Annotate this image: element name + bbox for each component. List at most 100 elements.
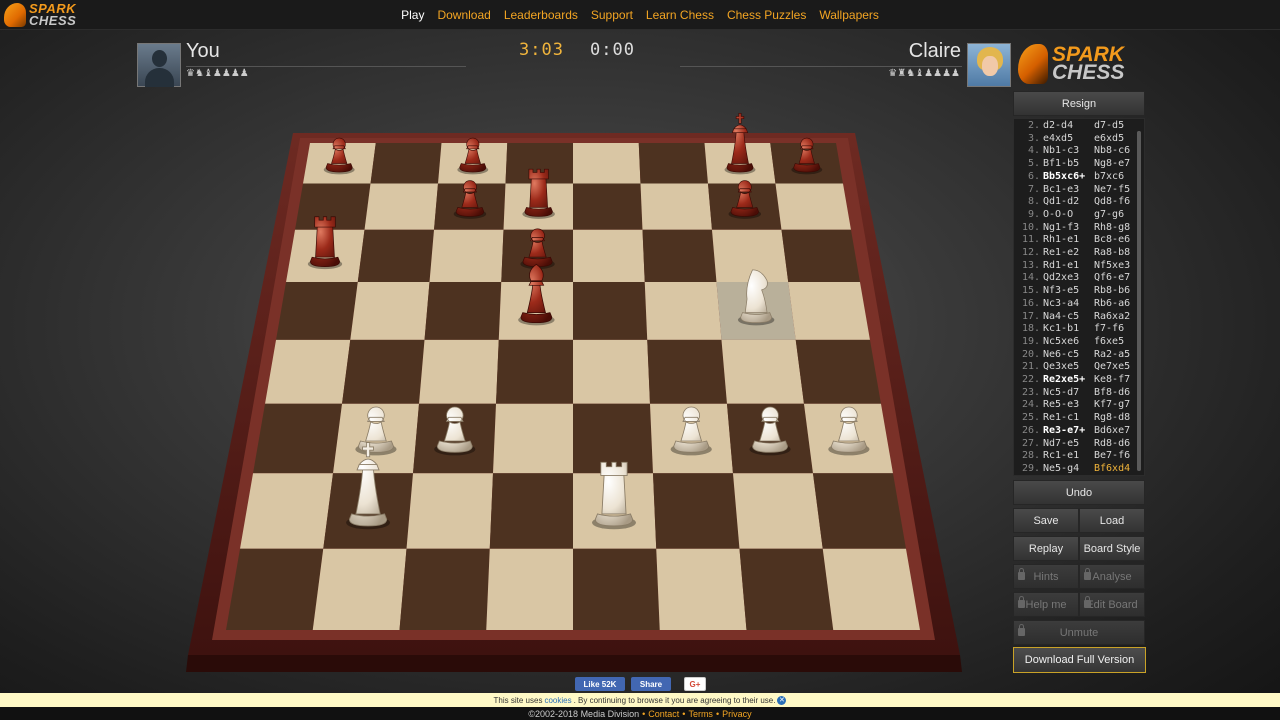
white-move[interactable]: Re3-e7+ <box>1043 425 1085 436</box>
white-pawn-icon[interactable] <box>355 406 397 456</box>
black-king-icon[interactable] <box>724 113 756 175</box>
board-square[interactable] <box>303 143 376 184</box>
black-move[interactable]: Ra6xa2 <box>1094 311 1130 322</box>
board-square[interactable] <box>812 473 906 549</box>
board-square[interactable] <box>652 473 740 549</box>
white-move[interactable]: Ne6-c5 <box>1043 349 1079 360</box>
white-move[interactable]: Nc5-d7 <box>1043 387 1079 398</box>
move-row[interactable]: 23. Nc5-d7 Bf8-d6 <box>1014 387 1134 400</box>
black-bishop-icon[interactable] <box>518 263 555 326</box>
board-square[interactable] <box>419 339 499 404</box>
nav-wallpapers[interactable]: Wallpapers <box>819 8 879 22</box>
black-pawn-icon[interactable] <box>520 228 555 270</box>
black-rook-icon[interactable] <box>307 216 343 270</box>
board-square[interactable] <box>644 281 722 340</box>
move-row[interactable]: 4. Nb1-c3 Nb8-c6 <box>1014 145 1134 158</box>
board-square[interactable] <box>638 143 708 184</box>
white-move[interactable]: Na4-c5 <box>1043 311 1079 322</box>
white-move[interactable]: Nb1-c3 <box>1043 145 1079 156</box>
white-move[interactable]: d2-d4 <box>1043 120 1073 131</box>
white-move[interactable]: Re1-c1 <box>1043 412 1079 423</box>
move-row[interactable]: 5. Bf1-b5 Ng8-e7 <box>1014 158 1134 171</box>
white-rook-icon[interactable] <box>592 461 636 530</box>
black-move[interactable]: Qf6-e7 <box>1094 272 1130 283</box>
white-move[interactable]: Qd2xe3 <box>1043 272 1079 283</box>
board-square[interactable] <box>649 403 733 474</box>
black-move[interactable]: Bf6xd4 <box>1094 463 1130 474</box>
black-move[interactable]: Kf7-g7 <box>1094 399 1130 410</box>
board-square[interactable] <box>721 339 804 404</box>
move-row[interactable]: 28. Rc1-e1 Be7-f6 <box>1014 450 1134 463</box>
board-square[interactable] <box>286 229 365 282</box>
board-square[interactable] <box>726 403 813 474</box>
board-square[interactable] <box>711 229 789 282</box>
black-move[interactable]: Ng8-e7 <box>1094 158 1130 169</box>
board-square[interactable] <box>424 281 502 340</box>
board-square[interactable] <box>434 183 506 230</box>
black-move[interactable]: Qe7xe5 <box>1094 361 1130 372</box>
black-pawn-icon[interactable] <box>791 137 823 175</box>
white-pawn-icon[interactable] <box>670 406 712 456</box>
board-square[interactable] <box>493 403 573 474</box>
white-move[interactable]: Bb5xc6+ <box>1043 171 1085 182</box>
white-move[interactable]: O-O-O <box>1043 209 1073 220</box>
analyse-button[interactable]: Analyse <box>1079 564 1145 589</box>
board-square[interactable] <box>312 548 407 630</box>
board-square[interactable] <box>486 548 573 630</box>
close-icon[interactable]: ✕ <box>777 695 787 705</box>
black-move[interactable]: Nb8-c6 <box>1094 145 1130 156</box>
move-row[interactable]: 6. Bb5xc6+ b7xc6 <box>1014 171 1134 184</box>
white-move[interactable]: Bf1-b5 <box>1043 158 1079 169</box>
move-row[interactable]: 29. Ne5-g4 Bf6xd4 <box>1014 463 1134 475</box>
white-pawn-icon[interactable] <box>434 406 476 456</box>
move-row[interactable]: 11. Rh1-e1 Bc8-e6 <box>1014 234 1134 247</box>
move-row[interactable]: 12. Re1-e2 Ra8-b8 <box>1014 247 1134 260</box>
board-square[interactable] <box>573 281 648 340</box>
board-square[interactable] <box>788 281 870 340</box>
white-pawn-icon[interactable] <box>828 406 870 456</box>
board-square[interactable] <box>496 339 573 404</box>
board-square[interactable] <box>770 143 843 184</box>
nav-leaderboards[interactable]: Leaderboards <box>504 8 578 22</box>
move-row[interactable]: 22. Re2xe5+ Ke8-f7 <box>1014 374 1134 387</box>
board-square[interactable] <box>253 403 343 474</box>
board-square[interactable] <box>704 143 776 184</box>
board-square[interactable] <box>429 229 504 282</box>
black-move[interactable]: f7-f6 <box>1094 323 1124 334</box>
board-square[interactable] <box>399 548 490 630</box>
board-square[interactable] <box>364 183 439 230</box>
white-move[interactable]: Bc1-e3 <box>1043 184 1079 195</box>
board-square[interactable] <box>803 403 893 474</box>
white-move[interactable]: Re1-e2 <box>1043 247 1079 258</box>
white-move[interactable]: Ne5-g4 <box>1043 463 1079 474</box>
board-square[interactable] <box>503 183 573 230</box>
white-king-icon[interactable] <box>346 442 391 530</box>
move-row[interactable]: 9. O-O-O g7-g6 <box>1014 209 1134 222</box>
board-square[interactable] <box>489 473 573 549</box>
board-square[interactable] <box>795 339 881 404</box>
white-move[interactable]: Nf3-e5 <box>1043 285 1079 296</box>
board-square[interactable] <box>265 339 351 404</box>
black-move[interactable]: Ra2-a5 <box>1094 349 1130 360</box>
cookies-link[interactable]: cookies <box>544 696 571 705</box>
move-row[interactable]: 17. Na4-c5 Ra6xa2 <box>1014 311 1134 324</box>
nav-download[interactable]: Download <box>437 8 490 22</box>
black-move[interactable]: Qd8-f6 <box>1094 196 1130 207</box>
white-move[interactable]: Nc5xe6 <box>1043 336 1079 347</box>
black-move[interactable]: g7-g6 <box>1094 209 1124 220</box>
black-pawn-icon[interactable] <box>457 137 489 175</box>
board-square[interactable] <box>295 183 371 230</box>
move-row[interactable]: 19. Nc5xe6 f6xe5 <box>1014 336 1134 349</box>
move-row[interactable]: 7. Bc1-e3 Ne7-f5 <box>1014 184 1134 197</box>
help-me-button[interactable]: Help me <box>1013 592 1079 617</box>
black-move[interactable]: b7xc6 <box>1094 171 1124 182</box>
board-square[interactable] <box>413 403 497 474</box>
nav-learn-chess[interactable]: Learn Chess <box>646 8 714 22</box>
move-row[interactable]: 21. Qe3xe5 Qe7xe5 <box>1014 361 1134 374</box>
white-move[interactable]: e4xd5 <box>1043 133 1073 144</box>
black-move[interactable]: e6xd5 <box>1094 133 1124 144</box>
white-move[interactable]: Rh1-e1 <box>1043 234 1079 245</box>
move-row[interactable]: 25. Re1-c1 Rg8-d8 <box>1014 412 1134 425</box>
move-row[interactable]: 2. d2-d4 d7-d5 <box>1014 120 1134 133</box>
move-list[interactable]: 2. d2-d4 d7-d5 3. e4xd5 e6xd5 4. Nb1-c3 Nb8-c6 5.… <box>1013 118 1145 476</box>
